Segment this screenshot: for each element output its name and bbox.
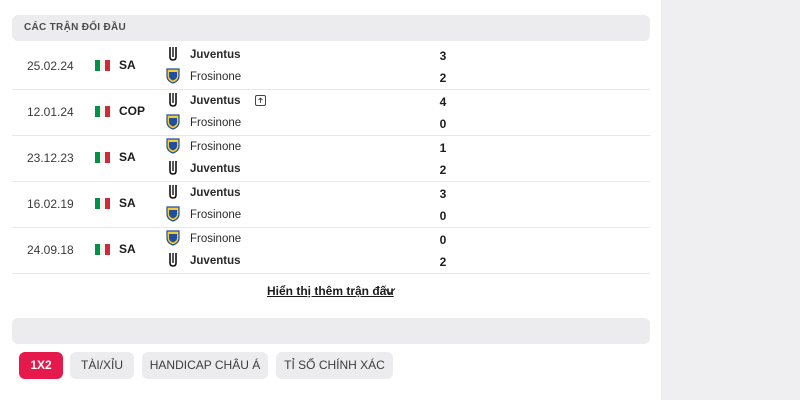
competition-label: COP <box>119 104 146 118</box>
away-score: 0 <box>439 117 447 131</box>
match-row[interactable]: 12.01.24 COP Juventus Frosinone 4 0 <box>12 89 650 136</box>
match-date: 23.12.23 <box>27 151 74 165</box>
juventus-logo-icon <box>169 93 177 107</box>
juventus-logo-icon <box>169 161 177 175</box>
advance-arrow-icon <box>255 95 266 106</box>
team-name: Frosinone <box>190 71 242 83</box>
away-score: 0 <box>439 209 447 223</box>
away-score: 2 <box>439 71 447 85</box>
away-team: Juventus <box>166 252 426 270</box>
team-name: Juventus <box>190 255 241 267</box>
juventus-logo-icon <box>169 253 177 267</box>
home-score: 3 <box>439 187 447 201</box>
away-team: Frosinone <box>166 68 426 86</box>
match-date: 25.02.24 <box>27 59 74 73</box>
competition-label: SA <box>119 150 136 164</box>
team-name: Juventus <box>190 49 241 61</box>
tab-over-under[interactable]: TÀI/XỈU <box>70 352 134 379</box>
away-score: 2 <box>439 255 447 269</box>
home-team: Frosinone <box>166 138 426 156</box>
team-name: Frosinone <box>190 117 242 129</box>
team-name: Frosinone <box>190 233 242 245</box>
match-row[interactable]: 16.02.19 SA Juventus Frosinone 3 0 <box>12 181 650 228</box>
home-score: 1 <box>439 141 447 155</box>
home-team: Frosinone <box>166 230 426 248</box>
team-name: Juventus <box>190 187 241 199</box>
frosinone-logo-icon <box>166 230 180 246</box>
competition-label: SA <box>119 58 136 72</box>
home-team: Juventus <box>166 92 426 110</box>
frosinone-logo-icon <box>166 138 180 154</box>
match-row[interactable]: 23.12.23 SA Frosinone Juventus 1 2 <box>12 135 650 182</box>
home-team: Juventus <box>166 184 426 202</box>
frosinone-logo-icon <box>166 206 180 222</box>
away-team: Juventus <box>166 160 426 178</box>
h2h-section-header: CÁC TRẬN ĐỐI ĐẦU <box>12 15 650 41</box>
team-name: Frosinone <box>190 209 242 221</box>
tab-1x2[interactable]: 1X2 <box>19 352 63 379</box>
italy-flag-icon <box>95 198 110 209</box>
juventus-logo-icon <box>169 47 177 61</box>
frosinone-logo-icon <box>166 68 180 84</box>
juventus-logo-icon <box>169 185 177 199</box>
team-name: Juventus <box>190 163 241 175</box>
away-score: 2 <box>439 163 447 177</box>
italy-flag-icon <box>95 106 110 117</box>
match-row[interactable]: 24.09.18 SA Frosinone Juventus 0 2 <box>12 227 650 274</box>
chevron-down-icon[interactable] <box>384 286 396 296</box>
italy-flag-icon <box>95 244 110 255</box>
team-name: Frosinone <box>190 141 242 153</box>
home-score: 4 <box>439 95 447 109</box>
match-date: 12.01.24 <box>27 105 74 119</box>
italy-flag-icon <box>95 152 110 163</box>
match-date: 16.02.19 <box>27 197 74 211</box>
away-team: Frosinone <box>166 114 426 132</box>
tab-asian-handicap[interactable]: HANDICAP CHÂU Á <box>142 352 268 379</box>
right-side-panel <box>661 0 800 400</box>
section-title: CÁC TRẬN ĐỐI ĐẦU <box>24 22 127 33</box>
competition-label: SA <box>119 242 136 256</box>
away-team: Frosinone <box>166 206 426 224</box>
home-score: 3 <box>439 49 447 63</box>
team-name: Juventus <box>190 95 241 107</box>
match-date: 24.09.18 <box>27 243 74 257</box>
competition-label: SA <box>119 196 136 210</box>
frosinone-logo-icon <box>166 114 180 130</box>
match-row[interactable]: 25.02.24 SA Juventus Frosinone 3 2 <box>12 43 650 90</box>
show-more-matches-link[interactable]: Hiển thị thêm trận đấu <box>267 284 394 298</box>
italy-flag-icon <box>95 60 110 71</box>
home-team: Juventus <box>166 46 426 64</box>
home-score: 0 <box>439 233 447 247</box>
tab-correct-score[interactable]: TỈ SỐ CHÍNH XÁC <box>276 352 393 379</box>
odds-section-header <box>12 318 650 344</box>
